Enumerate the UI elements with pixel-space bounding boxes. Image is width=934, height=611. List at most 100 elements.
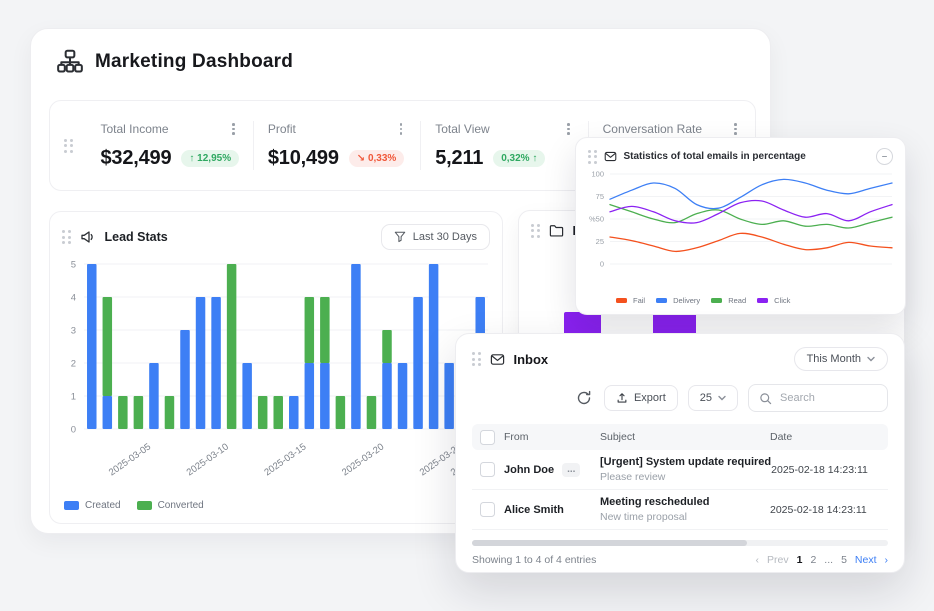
stat-value: $10,499: [268, 147, 339, 170]
speaker-icon: [80, 229, 96, 245]
scrollbar-thumb[interactable]: [472, 540, 747, 546]
envelope-icon: [604, 150, 617, 163]
stat-card-profit: Profit $10,499 ↘ 0,33%: [253, 121, 420, 170]
legend-item: Read: [711, 296, 746, 305]
svg-text:2025-03-05: 2025-03-05: [107, 441, 153, 478]
legend-item: Converted: [137, 500, 204, 511]
kebab-menu-icon[interactable]: [565, 121, 572, 137]
page-title: Marketing Dashboard: [95, 51, 293, 73]
legend-label: Click: [774, 296, 790, 305]
lead-stats-bar-chart: 0123452025-03-052025-03-102025-03-152025…: [56, 256, 496, 486]
drag-handle-icon[interactable]: [62, 230, 71, 244]
legend-label: Converted: [158, 500, 204, 511]
column-header-from: From: [504, 431, 600, 443]
stat-card-total-income: Total Income $32,499 ↑ 12,95%: [87, 121, 253, 170]
page-ellipsis: ...: [824, 554, 833, 566]
svg-text:25: 25: [596, 237, 604, 246]
legend-label: Created: [85, 500, 121, 511]
drag-handle-icon[interactable]: [64, 139, 73, 153]
page-button-5[interactable]: 5: [841, 554, 847, 566]
export-label: Export: [634, 392, 666, 404]
chevron-down-icon: [867, 356, 875, 362]
table-header-row: From Subject Date: [472, 424, 888, 450]
drag-handle-icon[interactable]: [472, 352, 481, 366]
email-subject: [Urgent] System update required: [600, 456, 771, 468]
drag-handle-icon[interactable]: [588, 150, 597, 164]
chevron-down-icon: [718, 395, 726, 401]
column-header-subject: Subject: [600, 431, 770, 443]
table-body: John Doe ... [Urgent] System update requ…: [472, 450, 888, 530]
select-all-checkbox[interactable]: [480, 430, 495, 445]
legend-item: Fail: [616, 296, 645, 305]
svg-text:1: 1: [71, 392, 76, 403]
sender-name: Alice Smith: [504, 504, 564, 516]
page-size-dropdown[interactable]: 25: [688, 385, 738, 411]
page-button-2[interactable]: 2: [810, 554, 816, 566]
legend-swatch: [64, 501, 79, 510]
sitemap-icon: [57, 49, 83, 75]
legend-label: Read: [728, 296, 746, 305]
lead-stats-card: Lead Stats Last 30 Days 0123452025-03-05…: [49, 211, 503, 524]
email-date: 2025-02-18 14:23:11: [770, 504, 888, 516]
page-header: Marketing Dashboard: [57, 49, 293, 75]
svg-text:2025-03-15: 2025-03-15: [262, 441, 308, 478]
kebab-menu-icon[interactable]: [230, 121, 237, 137]
sender-name: John Doe: [504, 464, 554, 476]
inbox-toolbar: Export 25: [472, 384, 888, 412]
email-date: 2025-02-18 14:23:11: [771, 464, 889, 476]
stat-label: Profit: [268, 122, 296, 136]
export-button[interactable]: Export: [604, 385, 678, 411]
stat-label: Conversation Rate: [603, 122, 702, 136]
stat-value: $32,499: [101, 147, 172, 170]
svg-text:2025-03-10: 2025-03-10: [185, 441, 231, 478]
inbox-footer: Showing 1 to 4 of 4 entries ‹ Prev 1 2 .…: [472, 554, 888, 566]
svg-text:2: 2: [71, 359, 76, 370]
stat-label: Total Income: [101, 122, 169, 136]
search-input[interactable]: [778, 391, 877, 405]
legend-label: Delivery: [673, 296, 700, 305]
refresh-button[interactable]: [574, 388, 594, 408]
kebab-menu-icon[interactable]: [398, 121, 405, 137]
next-chevron-icon[interactable]: ›: [885, 554, 889, 566]
trend-badge: ↑ 12,95%: [181, 150, 239, 167]
row-more-badge[interactable]: ...: [562, 463, 580, 477]
email-preview: New time proposal: [600, 511, 770, 523]
filter-label: Last 30 Days: [413, 231, 477, 243]
period-dropdown[interactable]: This Month: [794, 347, 888, 371]
envelope-icon: [490, 352, 505, 367]
next-button[interactable]: Next: [855, 554, 877, 566]
email-stats-card: Statistics of total emails in percentage…: [575, 137, 906, 315]
dashboard-page: Marketing Dashboard Total Income $32,499…: [0, 0, 934, 611]
export-icon: [616, 392, 628, 404]
legend-swatch: [711, 298, 722, 304]
kebab-menu-icon[interactable]: [732, 121, 739, 137]
entries-summary: Showing 1 to 4 of 4 entries: [472, 554, 596, 566]
date-range-filter-button[interactable]: Last 30 Days: [381, 224, 490, 250]
email-stats-line-chart: 0255075100%: [580, 168, 902, 280]
prev-button[interactable]: Prev: [767, 554, 789, 566]
row-checkbox[interactable]: [480, 462, 495, 477]
inbox-card: Inbox This Month Export: [455, 333, 905, 573]
prev-chevron-icon[interactable]: ‹: [756, 554, 760, 566]
email-chart-legend: Fail Delivery Read Click: [616, 296, 790, 305]
period-label: This Month: [807, 353, 861, 365]
svg-text:50: 50: [596, 215, 604, 224]
horizontal-scrollbar[interactable]: [472, 540, 888, 546]
search-box: [748, 384, 888, 412]
table-row[interactable]: John Doe ... [Urgent] System update requ…: [472, 450, 888, 490]
svg-text:0: 0: [600, 260, 604, 269]
row-checkbox[interactable]: [480, 502, 495, 517]
svg-text:%: %: [589, 215, 596, 224]
page-button-1[interactable]: 1: [797, 554, 803, 566]
svg-text:0: 0: [71, 425, 76, 436]
stat-value: 5,211: [435, 147, 483, 170]
legend-swatch: [137, 501, 152, 510]
legend-swatch: [616, 298, 627, 304]
filter-icon: [394, 231, 406, 243]
legend-swatch: [757, 298, 768, 304]
email-preview: Please review: [600, 471, 771, 483]
table-row[interactable]: Alice Smith Meeting rescheduled New time…: [472, 490, 888, 530]
email-subject: Meeting rescheduled: [600, 496, 770, 508]
collapse-icon[interactable]: [876, 148, 893, 165]
legend-swatch: [656, 298, 667, 304]
